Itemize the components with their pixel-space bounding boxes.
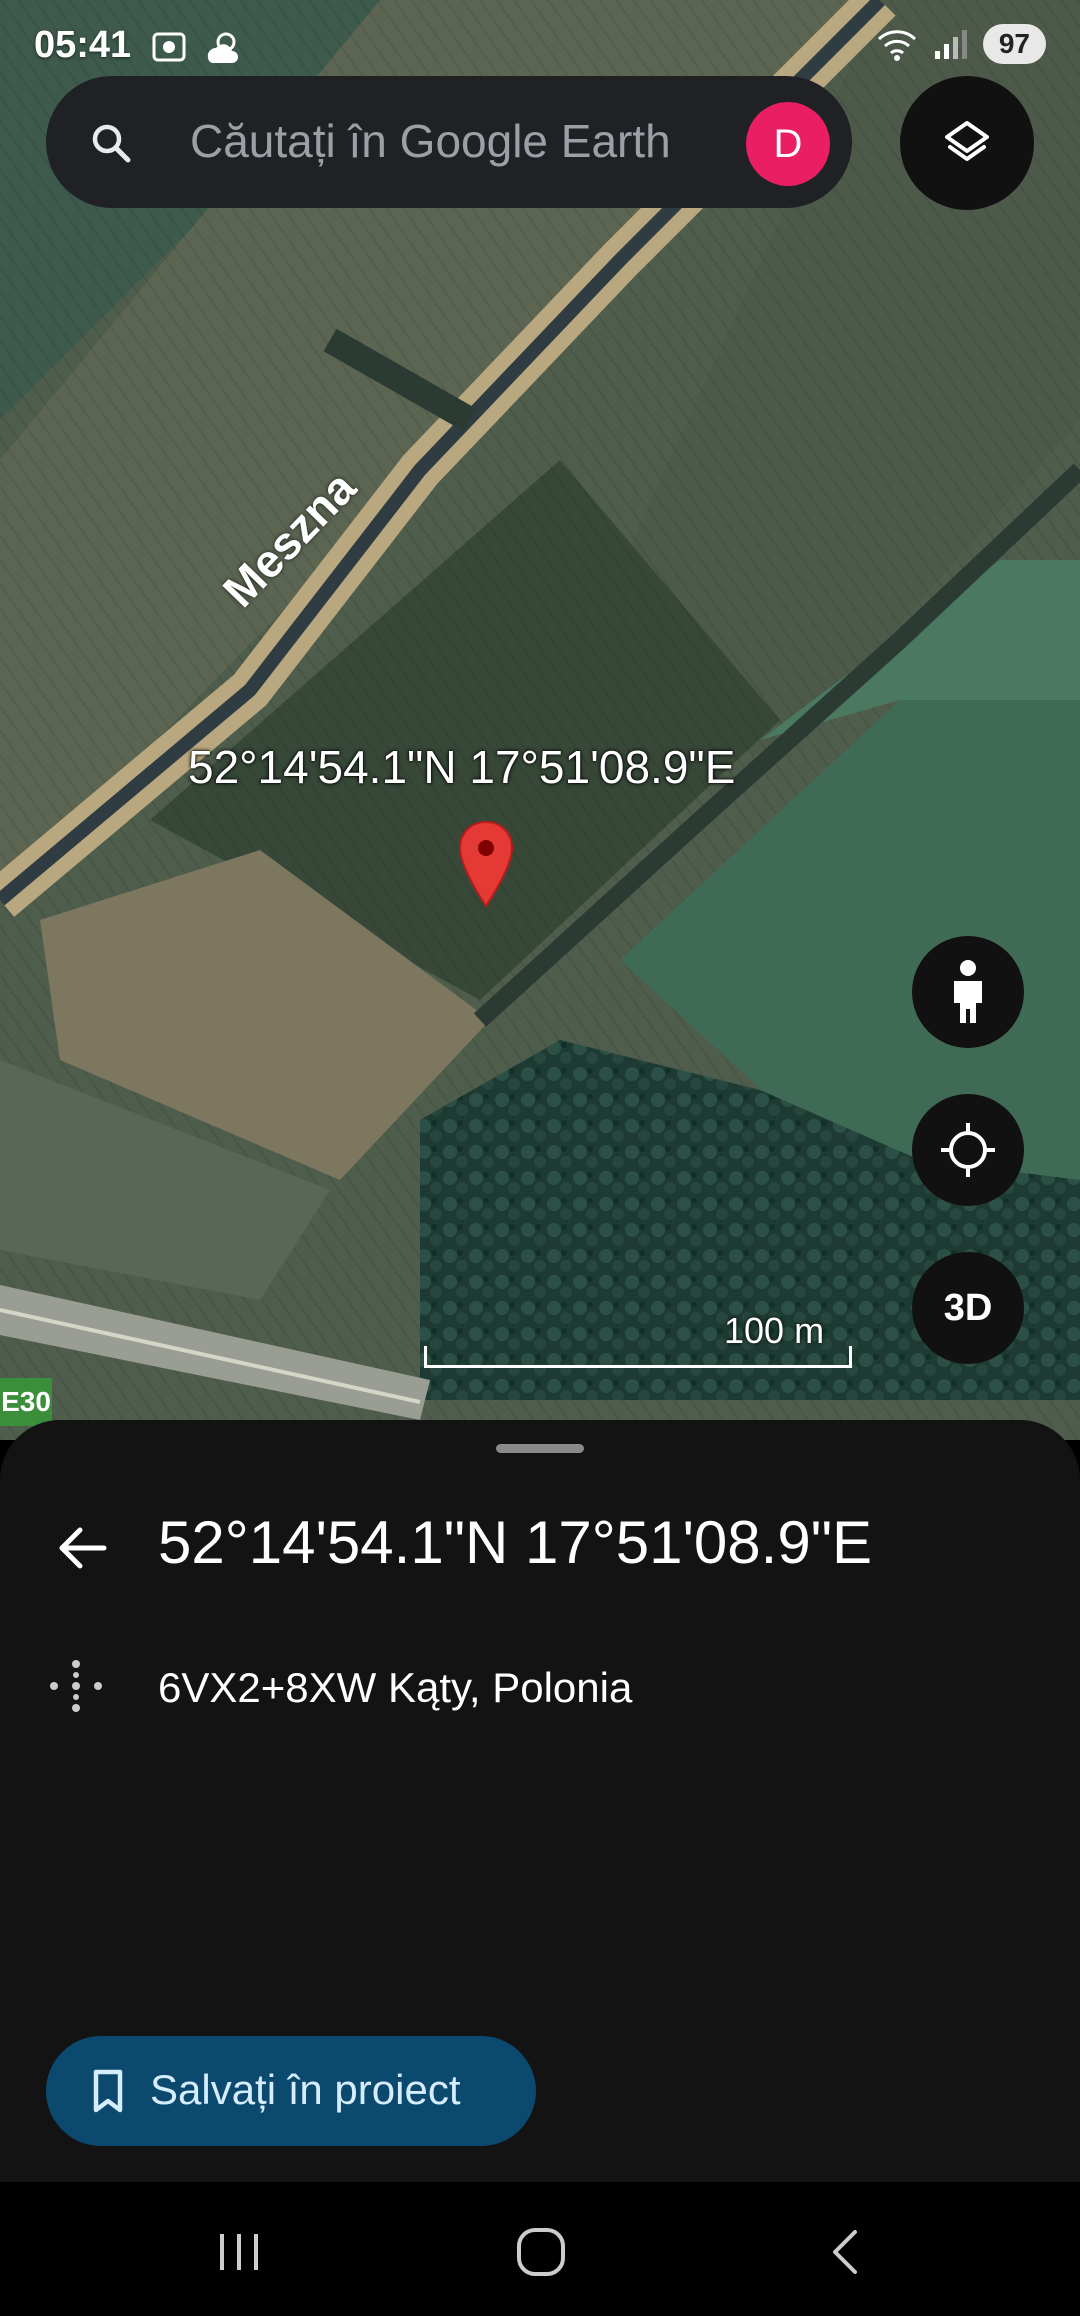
account-avatar[interactable]: D (746, 102, 830, 186)
recent-apps-button[interactable] (194, 2212, 284, 2292)
bookmark-icon (93, 2069, 123, 2113)
layers-button[interactable] (900, 76, 1034, 210)
save-to-project-button[interactable]: Salvați în proiect (46, 2036, 536, 2146)
my-location-button[interactable] (912, 1094, 1024, 1206)
battery-indicator: 97 (982, 24, 1046, 64)
pegman-icon (954, 960, 982, 1023)
status-time: 05:41 (34, 24, 132, 66)
save-button-label: Salvați în proiect (150, 2066, 461, 2113)
toggle-3d-button[interactable]: 3D (912, 1252, 1024, 1364)
sheet-drag-handle[interactable] (496, 1444, 584, 1453)
location-pin-icon[interactable] (456, 820, 516, 908)
layers-icon (945, 121, 989, 161)
street-view-button[interactable] (912, 936, 1024, 1048)
back-nav-button[interactable] (800, 2212, 890, 2292)
system-navigation-bar (0, 2182, 1080, 2316)
wifi-icon (877, 30, 916, 61)
signal-icon (934, 30, 967, 59)
weather-icon (207, 32, 238, 63)
search-input[interactable]: Căutați în Google Earth (190, 114, 671, 168)
home-button[interactable] (496, 2212, 586, 2292)
location-bottom-sheet: 52°14'54.1"N 17°51'08.9"E 6VX2+8XW Kąty,… (0, 1420, 1080, 2182)
plus-code-icon (50, 1660, 102, 1712)
plus-code-address[interactable]: 6VX2+8XW Kąty, Polonia (158, 1664, 632, 1712)
status-system-icons: 97 (875, 24, 1046, 64)
search-icon[interactable] (88, 120, 134, 166)
screenshot-icon (152, 32, 186, 62)
back-button[interactable] (46, 1512, 118, 1584)
route-badge: E30 (0, 1378, 52, 1426)
status-notification-icons (150, 28, 242, 66)
home-icon (517, 2228, 565, 2276)
scale-bar (424, 1346, 852, 1368)
satellite-map[interactable]: 05:41 97 Căutați în Google Earth D Meszn… (0, 0, 1080, 1440)
recent-apps-icon (220, 2234, 258, 2270)
satellite-imagery (0, 0, 1080, 1440)
chevron-left-icon (833, 2230, 857, 2274)
crosshair-icon (941, 1123, 995, 1177)
location-title: 52°14'54.1"N 17°51'08.9"E (158, 1509, 873, 1576)
pin-coordinate-label: 52°14'54.1"N 17°51'08.9"E (188, 741, 736, 793)
arrow-back-icon (59, 1527, 107, 1569)
